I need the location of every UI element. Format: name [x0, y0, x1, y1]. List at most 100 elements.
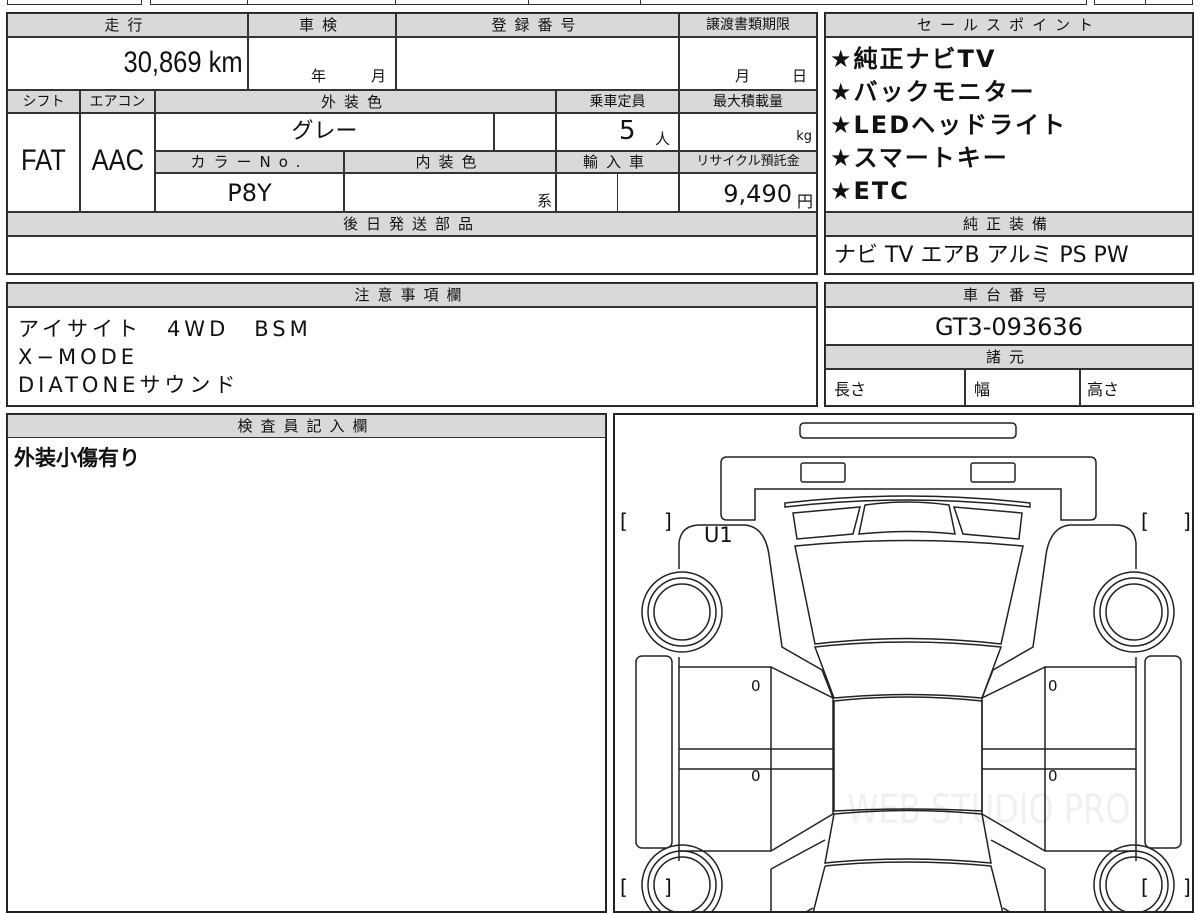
imported-value-cell-a — [556, 173, 618, 212]
color-no-value: P8Y — [227, 179, 272, 207]
rear-tailgate — [720, 456, 1097, 521]
rear-lamp-left — [800, 462, 846, 483]
registration-header: 登録番号 — [396, 13, 679, 37]
inspector-notes-header: 検査員記入欄 — [7, 414, 606, 438]
aircon-value-cell: AAC — [80, 113, 155, 212]
shift-header: シフト — [7, 90, 80, 113]
deadline-day-unit: 日 — [792, 67, 808, 85]
registration-value-cell — [396, 37, 679, 90]
later-parts-header: 後日発送部品 — [7, 212, 817, 236]
rear-fender-left — [678, 524, 834, 699]
rear-bumper — [799, 422, 1017, 439]
inspection-header: 車検 — [248, 13, 396, 37]
max-load-unit: kg — [796, 129, 812, 144]
inspection-year-unit: 年 — [311, 67, 327, 85]
shift-value: FAT — [21, 144, 66, 177]
recycle-fee-value: 9,490 — [723, 180, 792, 208]
roof-mid — [813, 641, 1003, 699]
spec-length-label: 長さ — [834, 380, 867, 399]
exterior-color-value-cell: グレー — [155, 113, 494, 151]
side-mirror-right — [1144, 655, 1182, 849]
wheel-rear-right — [1093, 571, 1175, 653]
rear-quarter-window-left — [792, 506, 861, 540]
imported-header: 輸入車 — [556, 151, 679, 173]
notes-line: アイサイト 4WD BSM — [18, 317, 312, 341]
damage-code-u1: U1 — [704, 523, 733, 547]
top-cell — [640, 0, 1087, 5]
capacity-value-cell: 5 人 — [556, 113, 679, 151]
wheel-front-right — [1093, 844, 1175, 913]
chassis-no-value: GT3-093636 — [935, 313, 1083, 341]
notes-body: アイサイト 4WD BSM X−MODE DIATONEサウンド — [7, 307, 817, 406]
recycle-fee-value-cell: 9,490 円 — [679, 173, 817, 212]
damage-diagram: U1 0 0 0 0 [ ] [ ] [ ] [ ] WEB STUDIO PR… — [613, 413, 1194, 913]
notes-line: DIATONEサウンド — [18, 373, 240, 397]
rear-quarter-window-right — [952, 506, 1023, 540]
rear-fender-right — [981, 524, 1137, 699]
mileage-header: 走行 — [7, 13, 248, 37]
top-cell — [150, 0, 248, 5]
deadline-month-unit: 月 — [735, 67, 751, 85]
bracket-open-br: [ — [1141, 875, 1149, 899]
rear-lamp-right — [970, 462, 1016, 483]
wheel-rear-left — [641, 571, 723, 653]
aircon-value: AAC — [91, 144, 144, 177]
bracket-close-tr: ] — [1183, 509, 1191, 533]
capacity-value: 5 — [619, 116, 636, 146]
shift-value-cell: FAT — [7, 113, 80, 212]
wheel-front-left — [641, 844, 723, 913]
genuine-equipment-value-cell: ナビ TV エアB アルミ PS PW — [825, 236, 1193, 274]
sales-point-item: ★バックモニター — [830, 78, 1036, 106]
mileage-value-cell: 30,869 km — [7, 37, 248, 90]
notes-header: 注意事項欄 — [7, 283, 817, 307]
transfer-deadline-header: 譲渡書類期限 — [679, 13, 817, 37]
genuine-equipment-header: 純正装備 — [825, 212, 1193, 236]
imported-value-cell-b — [617, 173, 679, 212]
door-mark-fr: 0 — [1048, 767, 1058, 785]
exterior-color-value: グレー — [291, 119, 358, 144]
spec-width-label: 幅 — [974, 380, 991, 399]
door-mark-rl: 0 — [751, 677, 761, 695]
top-cell — [247, 0, 396, 5]
roof-rear — [794, 539, 1024, 645]
watermark: WEB STUDIO PRO — [847, 787, 1131, 833]
sales-points-list: ★純正ナビTV ★バックモニター ★LEDヘッドライト ★スマートキー ★ETC — [825, 37, 1193, 212]
recycle-fee-unit: 円 — [796, 192, 813, 211]
bracket-open-bl: [ — [620, 875, 628, 899]
max-load-header: 最大積載量 — [679, 90, 817, 113]
top-cell — [1094, 0, 1146, 5]
hood — [812, 861, 1004, 913]
bracket-close-tl: ] — [664, 509, 672, 533]
genuine-equipment-value: ナビ TV エアB アルミ PS PW — [834, 243, 1129, 268]
sales-points-header: セールスポイント — [825, 13, 1193, 37]
spec-width-cell: 幅 — [965, 369, 1080, 406]
notes-line: X−MODE — [18, 345, 139, 369]
chassis-no-value-cell: GT3-093636 — [825, 307, 1193, 345]
door-mark-fl: 0 — [751, 767, 761, 785]
side-mirror-left — [635, 655, 673, 849]
car-outline-diagram — [635, 422, 1182, 913]
specs-header: 諸元 — [825, 345, 1193, 369]
exterior-color-header: 外装色 — [155, 90, 556, 113]
top-cell — [528, 0, 641, 5]
inspector-notes-panel — [6, 413, 607, 913]
inspection-month-unit: 月 — [371, 67, 387, 85]
inspection-value-cell: 年 月 — [248, 37, 396, 90]
top-cell — [395, 0, 529, 5]
sales-point-item: ★LEDヘッドライト — [830, 111, 1068, 139]
sales-point-item: ★スマートキー — [830, 144, 1009, 172]
spec-height-label: 高さ — [1087, 380, 1120, 399]
door-mark-rr: 0 — [1048, 677, 1058, 695]
color-no-value-cell: P8Y — [155, 173, 344, 212]
bracket-close-bl: ] — [664, 875, 672, 899]
deadline-value-cell: 月 日 — [679, 37, 817, 90]
rear-window — [858, 501, 956, 535]
interior-color-suffix: 系 — [536, 192, 552, 210]
aircon-header: エアコン — [80, 90, 155, 113]
sales-point-item: ★純正ナビTV — [830, 45, 997, 73]
spec-height-cell: 高さ — [1080, 369, 1193, 406]
capacity-header: 乗車定員 — [556, 90, 679, 113]
bracket-open-tl: [ — [620, 509, 628, 533]
exterior-color-extra-cell — [494, 113, 556, 151]
spec-length-cell: 長さ — [825, 369, 965, 406]
